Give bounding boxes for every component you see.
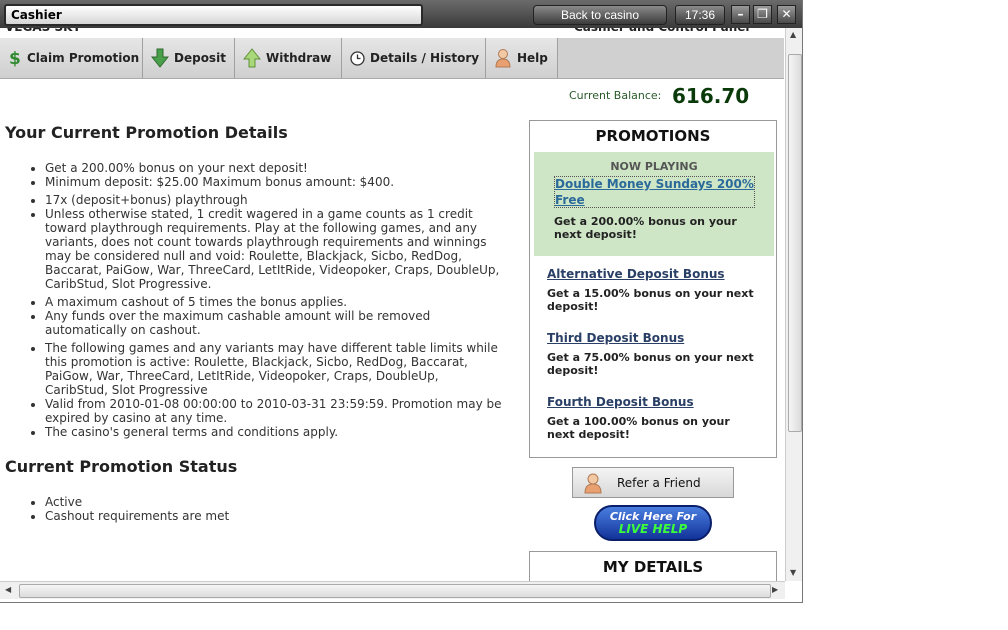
maximize-button[interactable]: ❐ [753, 5, 772, 24]
svg-text:$: $ [9, 49, 21, 68]
list-item: Minimum deposit: $25.00 Maximum bonus am… [45, 175, 505, 189]
scroll-right-arrow-icon[interactable]: ▶ [772, 585, 778, 594]
list-item: The following games and any variants may… [45, 341, 505, 397]
back-to-casino-button[interactable]: Back to casino [533, 5, 667, 25]
list-item: 17x (deposit+bonus) playthrough [45, 193, 505, 207]
list-item: Active [45, 495, 505, 509]
promo-third-deposit-desc: Get a 75.00% bonus on your next deposit! [547, 351, 754, 377]
tab-label: Withdraw [266, 51, 332, 65]
balance-label: Current Balance: [569, 89, 662, 102]
arrow-up-icon [243, 48, 261, 68]
promotions-panel: PROMOTIONS NOW PLAYING Double Money Sund… [529, 120, 777, 458]
promotion-details-list: Get a 200.00% bonus on your next deposit… [5, 161, 505, 439]
promotions-title: PROMOTIONS [595, 127, 711, 145]
window-title: Cashier [4, 4, 423, 26]
now-playing-box: NOW PLAYING Double Money Sundays 200% Fr… [534, 152, 774, 256]
tab-label: Details / History [370, 51, 480, 65]
cashier-toolbar: $ Claim Promotion Deposit Withdraw Detai… [0, 38, 784, 79]
promotion-status-heading: Current Promotion Status [5, 457, 238, 476]
tab-claim-promotion[interactable]: $ Claim Promotion [0, 38, 143, 78]
scroll-up-arrow-icon[interactable]: ▲ [790, 30, 796, 39]
list-item: Valid from 2010-01-08 00:00:00 to 2010-0… [45, 397, 505, 425]
desc-line: next deposit! [554, 228, 637, 241]
now-playing-desc: Get a 200.00% bonus on your next deposit… [554, 215, 737, 241]
live-help-button[interactable]: Click Here For LIVE HELP [594, 505, 712, 541]
balance-value: 616.70 [672, 84, 750, 108]
scroll-down-arrow-icon[interactable]: ▼ [790, 568, 796, 577]
tab-details-history[interactable]: Details / History [342, 38, 486, 78]
clock-icon [350, 50, 365, 66]
desc-line: Get a 75.00% bonus on your next [547, 351, 754, 364]
promo-alternative-deposit-desc: Get a 15.00% bonus on your next deposit! [547, 287, 754, 313]
arrow-down-icon [151, 48, 169, 68]
list-item: The casino's general terms and condition… [45, 425, 505, 439]
now-playing-label: NOW PLAYING [610, 160, 698, 173]
close-button[interactable]: ✕ [777, 5, 796, 24]
live-help-line: LIVE HELP [618, 522, 688, 536]
horizontal-scrollbar[interactable]: ◀ ▶ [0, 581, 785, 599]
my-details-title: MY DETAILS [602, 558, 704, 576]
desc-line: next deposit! [547, 428, 630, 441]
tab-help[interactable]: Help [486, 38, 558, 78]
tab-label: Help [517, 51, 548, 65]
list-item: Any funds over the maximum cashable amou… [45, 309, 505, 337]
promo-link-line: Free [555, 193, 585, 207]
tab-deposit[interactable]: Deposit [143, 38, 235, 78]
refer-label: Refer a Friend [617, 475, 701, 490]
desc-line: Get a 200.00% bonus on your [554, 215, 737, 228]
desc-line: Get a 15.00% bonus on your next [547, 287, 754, 300]
list-item: A maximum cashout of 5 times the bonus a… [45, 295, 505, 309]
promo-third-deposit-link[interactable]: Third Deposit Bonus [547, 331, 684, 345]
person-icon [584, 473, 602, 493]
dollar-icon: $ [9, 49, 21, 68]
vertical-scroll-thumb[interactable] [788, 54, 802, 432]
minimize-button[interactable]: – [731, 5, 750, 24]
clock: 17:36 [675, 5, 725, 25]
refer-a-friend-button[interactable]: Refer a Friend [572, 467, 734, 498]
promotion-details-heading: Your Current Promotion Details [5, 123, 288, 142]
tab-label: Claim Promotion [27, 51, 140, 65]
title-bar: Cashier Back to casino 17:36 – ❐ ✕ [0, 0, 802, 28]
promo-link-line: Double Money Sundays 200% [555, 177, 754, 191]
promo-alternative-deposit-link[interactable]: Alternative Deposit Bonus [547, 267, 725, 281]
desc-line: deposit! [547, 364, 599, 377]
list-item: Get a 200.00% bonus on your next deposit… [45, 161, 505, 175]
list-item: Unless otherwise stated, 1 credit wagere… [45, 207, 505, 291]
person-icon [495, 49, 511, 68]
cashier-window: VEGAS SKY Cashier and Control Panel Cash… [0, 0, 803, 603]
tab-label: Deposit [174, 51, 226, 65]
list-item: Cashout requirements are met [45, 509, 505, 523]
promo-fourth-deposit-desc: Get a 100.00% bonus on your next deposit… [547, 415, 730, 441]
horizontal-scroll-thumb[interactable] [19, 584, 771, 598]
desc-line: deposit! [547, 300, 599, 313]
scroll-left-arrow-icon[interactable]: ◀ [5, 585, 11, 594]
vertical-scrollbar[interactable]: ▲ ▼ [785, 28, 802, 581]
desc-line: Get a 100.00% bonus on your [547, 415, 730, 428]
promotion-status-list: Active Cashout requirements are met [5, 495, 505, 523]
now-playing-promo-link[interactable]: Double Money Sundays 200% Free [554, 176, 755, 208]
promo-fourth-deposit-link[interactable]: Fourth Deposit Bonus [547, 395, 694, 409]
tab-withdraw[interactable]: Withdraw [235, 38, 342, 78]
